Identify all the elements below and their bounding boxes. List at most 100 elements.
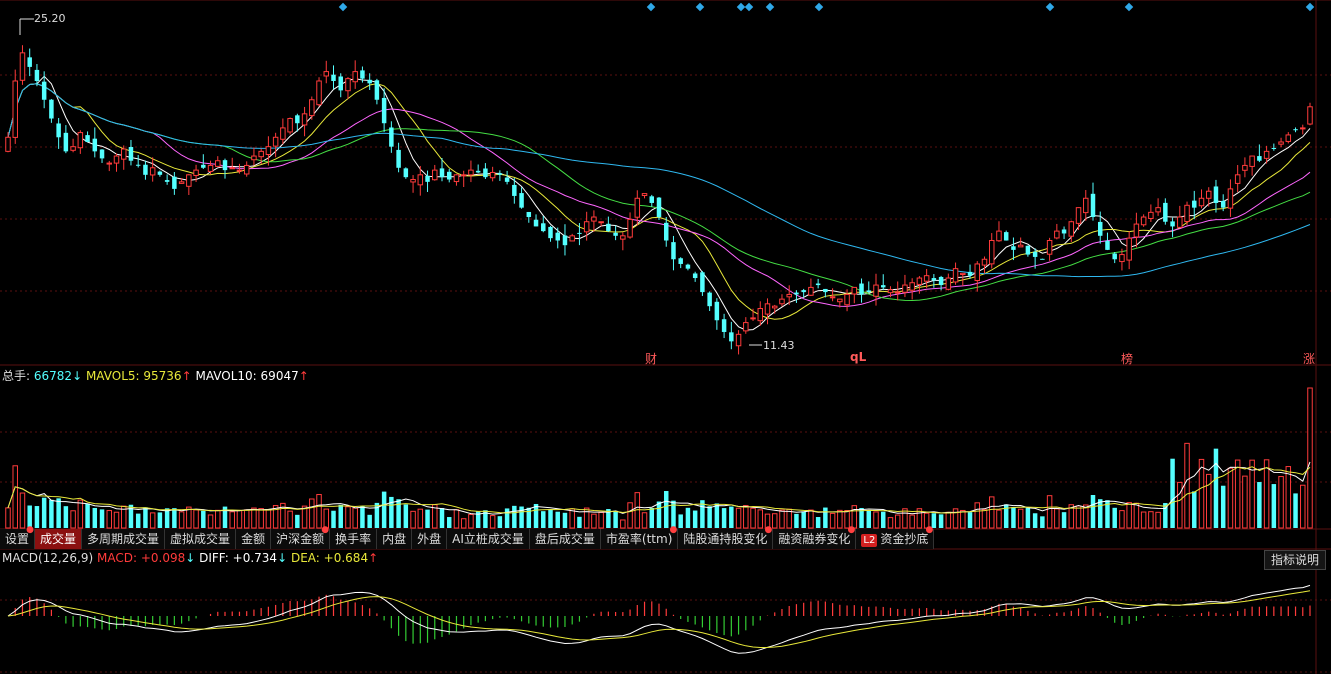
tab-2[interactable]: 多周期成交量 — [82, 529, 166, 549]
candle-body-down — [374, 80, 380, 100]
candle-body-down — [157, 171, 163, 175]
tab-6[interactable]: 换手率 — [330, 529, 378, 549]
event-diamonds[interactable] — [338, 2, 1315, 12]
candle-body-down — [678, 258, 683, 264]
volume-bar-down — [34, 506, 40, 528]
volume-bar-up — [641, 512, 648, 529]
candle-body-down — [143, 164, 148, 175]
indicator-help-button[interactable]: 指标说明 — [1263, 550, 1326, 570]
candle-body-up — [1263, 150, 1270, 159]
event-diamond-icon — [765, 2, 775, 12]
volume-bar-down — [729, 506, 734, 528]
marker-rank[interactable]: 榜 — [1121, 350, 1133, 367]
candle-body-up — [453, 174, 460, 183]
tab-7[interactable]: 内盘 — [377, 529, 413, 549]
candle-body-up — [113, 155, 120, 164]
candle-body-down — [866, 290, 872, 293]
candle-body-up — [243, 164, 250, 175]
candle-body-up — [70, 146, 76, 151]
tab-1[interactable]: 成交量 — [35, 529, 83, 549]
candle-body-up — [981, 258, 988, 266]
volume-bars[interactable] — [5, 387, 1313, 529]
candle-body-up — [583, 221, 590, 233]
candle-body-up — [1133, 223, 1140, 238]
candle-body-up — [786, 293, 792, 298]
candle-body-up — [1126, 237, 1132, 261]
candle-body-up — [316, 80, 322, 106]
candle-body-down — [938, 276, 944, 286]
marker-finance[interactable]: 财 — [645, 350, 657, 367]
volume-bar-up — [620, 519, 626, 529]
candle-body-up — [923, 275, 930, 282]
candle-body-down — [331, 74, 336, 81]
tab-11[interactable]: 市盈率(ttm) ● — [600, 525, 679, 549]
event-diamond-icon — [744, 2, 754, 12]
candle-body-up — [468, 169, 474, 176]
volume-bar-down — [396, 499, 401, 528]
volume-bar-up — [627, 502, 633, 529]
volume-bar-up — [1285, 466, 1292, 529]
volume-bar-down — [331, 510, 336, 528]
volume-bar-up — [894, 514, 901, 529]
tab-0[interactable]: 设置 ● — [0, 526, 36, 549]
tab-dot-icon: ● — [847, 525, 856, 535]
tab-dot-icon: ● — [669, 525, 678, 535]
moving-average-lines — [7, 18, 1311, 346]
candle-body-down — [548, 226, 553, 239]
candle-body-up — [489, 171, 496, 179]
tab-13[interactable]: 融资融券变化 ● — [773, 525, 857, 549]
volume-bar-up — [345, 506, 351, 529]
candle-body-up — [916, 277, 923, 285]
volume-bar-up — [243, 509, 250, 529]
volume-bar-down — [649, 507, 655, 528]
volume-bar-down — [512, 505, 517, 528]
candle-body-down — [1040, 258, 1045, 260]
volume-bar-down — [1090, 495, 1096, 528]
volume-bar-up — [1155, 511, 1161, 529]
candle-body-down — [99, 149, 105, 159]
tab-14[interactable]: L2 资金抄底 ● — [856, 526, 935, 549]
dea-arrow: ↑ — [368, 551, 379, 565]
volume-bar-down — [1192, 491, 1197, 528]
candlestick-series[interactable] — [5, 45, 1313, 355]
candle-body-up — [149, 167, 156, 176]
tab-5[interactable]: 沪深金额 ● — [271, 526, 331, 549]
tab-3[interactable]: 虚拟成交量 — [165, 529, 237, 549]
volume-bar-up — [19, 492, 26, 529]
tab-10[interactable]: 盘后成交量 — [529, 529, 601, 549]
candle-body-up — [1198, 197, 1205, 207]
marker-ql[interactable]: qL — [850, 350, 866, 364]
candle-body-down — [49, 99, 54, 119]
tab-8[interactable]: 外盘 — [412, 529, 448, 549]
candle-body-up — [952, 268, 959, 283]
volume-bar-up — [837, 509, 843, 529]
macd-value: +0.098 — [140, 551, 186, 565]
candle-body-up — [771, 305, 778, 309]
candle-body-down — [381, 97, 387, 124]
candle-body-up — [1155, 207, 1161, 213]
volume-bar-down — [1011, 507, 1016, 528]
macd-chart[interactable] — [7, 584, 1311, 654]
candle-body-down — [425, 175, 430, 182]
volume-bar-up — [1054, 508, 1060, 529]
volume-bar-up — [771, 513, 778, 529]
volume-bar-down — [1025, 507, 1031, 528]
candle-body-up — [1017, 244, 1024, 248]
candle-body-down — [823, 288, 828, 293]
tab-12[interactable]: 陆股通持股变化 ● — [678, 526, 774, 549]
tab-label: 资金抄底 — [880, 532, 929, 546]
candle-body-up — [215, 160, 221, 167]
tab-9[interactable]: AI立桩成交量 — [447, 529, 530, 549]
candle-body-down — [1257, 156, 1262, 161]
stock-chart[interactable] — [0, 0, 1331, 674]
candle-body-down — [1220, 200, 1226, 208]
candle-body-up — [988, 239, 995, 265]
volume-bar-down — [367, 514, 372, 528]
candle-body-up — [974, 263, 981, 282]
volume-bar-down — [663, 491, 669, 528]
volume-bar-up — [1234, 459, 1241, 529]
candle-body-up — [207, 164, 214, 172]
candle-body-up — [309, 99, 315, 117]
marker-rise[interactable]: 涨 — [1303, 350, 1315, 367]
tab-4[interactable]: 金额 — [236, 529, 272, 549]
